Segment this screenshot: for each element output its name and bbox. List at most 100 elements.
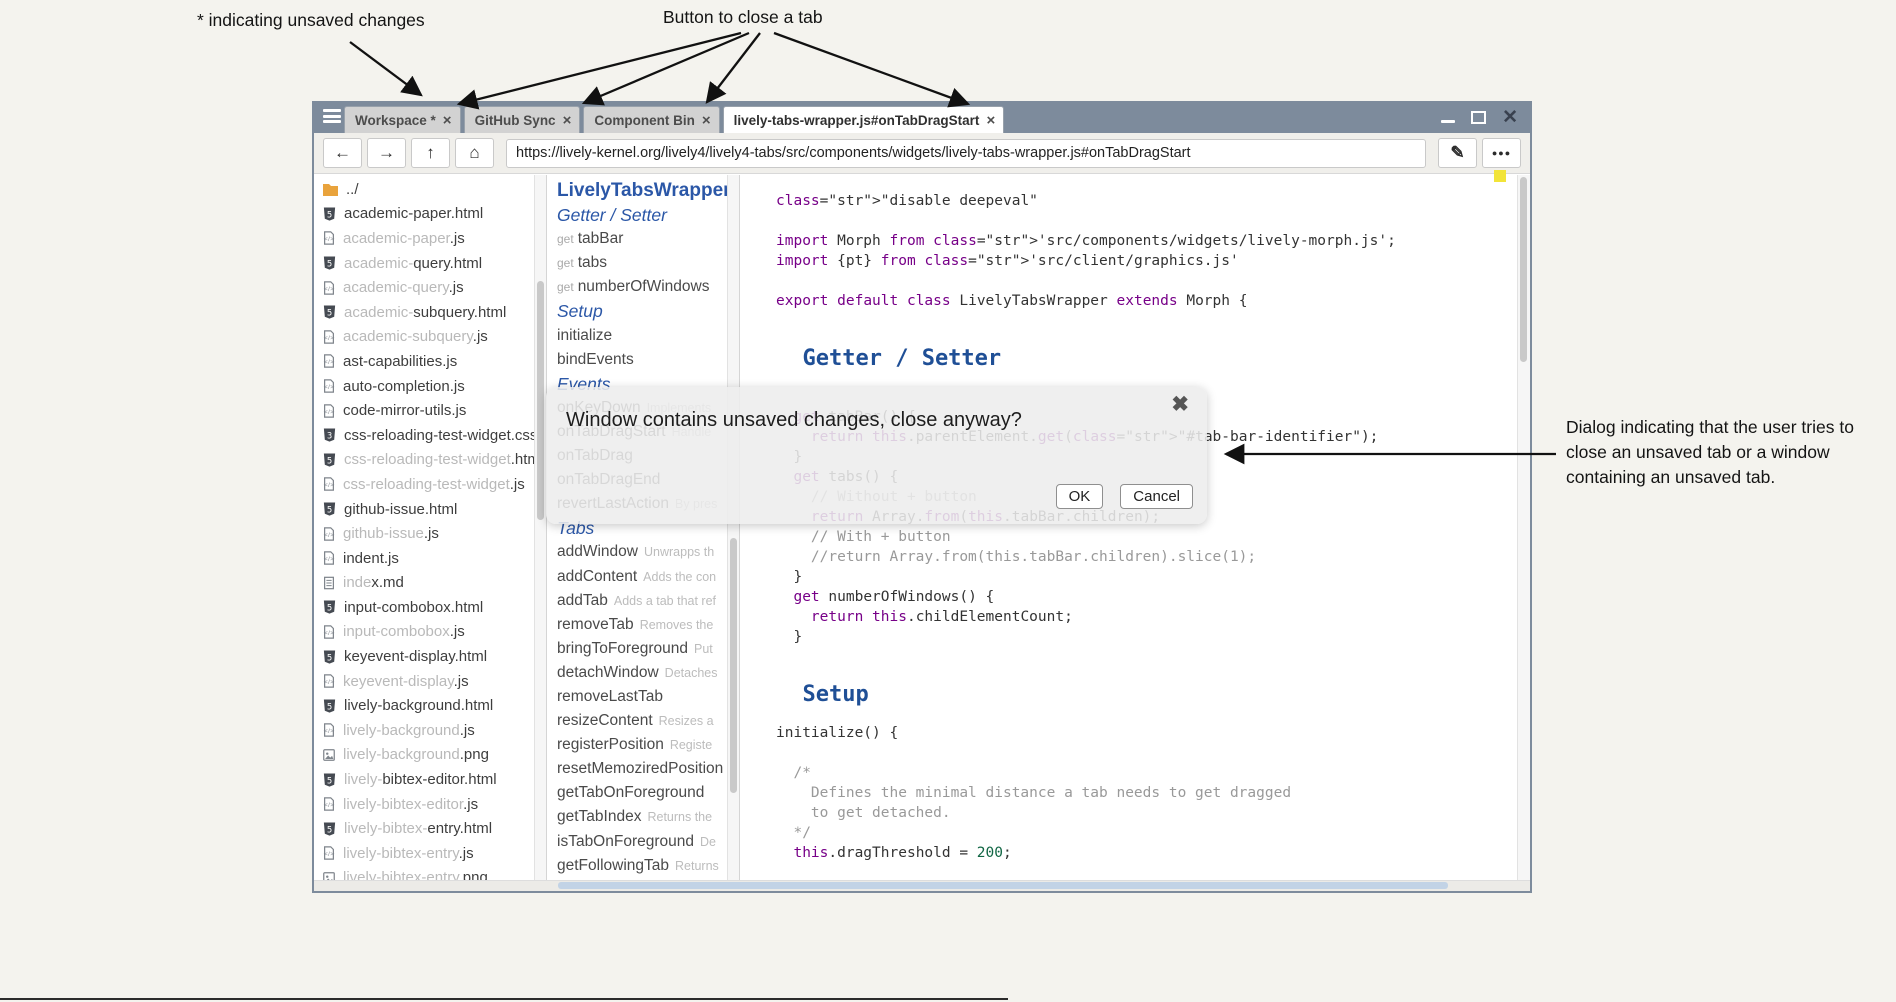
method-category[interactable]: Getter / Setter — [557, 203, 739, 227]
tab-1[interactable]: Workspace *× — [344, 106, 461, 133]
method-item[interactable]: isTabOnForegroundDe — [557, 830, 739, 854]
file-row[interactable]: lively-background.png — [314, 743, 546, 768]
method-item[interactable]: gettabBar — [557, 227, 739, 251]
method-item[interactable]: initialize — [557, 324, 739, 348]
html-file-icon: 5 — [322, 821, 337, 837]
svg-text:3: 3 — [327, 431, 332, 441]
method-item[interactable]: removeLastTab — [557, 685, 739, 709]
file-row[interactable]: </>indent.js — [314, 546, 546, 571]
method-name: resizeContent — [557, 712, 653, 729]
js-file-icon: </> — [322, 476, 336, 492]
method-item[interactable]: getTabIndexReturns the — [557, 805, 739, 829]
method-item[interactable]: getFollowingTabReturns — [557, 854, 739, 878]
tab-close-icon[interactable]: × — [563, 113, 572, 128]
minimize-button[interactable] — [1441, 120, 1455, 123]
file-row[interactable]: 5lively-bibtex-entry.html — [314, 816, 546, 841]
method-item[interactable]: bringToForegroundPut — [557, 637, 739, 661]
code-blank-line — [776, 743, 1503, 763]
maximize-button[interactable] — [1471, 111, 1486, 124]
file-row[interactable]: 5github-issue.html — [314, 497, 546, 522]
file-name: academic-subquery.html — [344, 304, 506, 321]
method-item[interactable]: detachWindowDetaches — [557, 661, 739, 685]
window-close-button[interactable]: ✕ — [1502, 108, 1518, 127]
code-scroll-thumb[interactable] — [1520, 177, 1527, 362]
method-name: resetMemoziredPosition — [557, 760, 723, 777]
screenshot-root: * indicating unsaved changes Button to c… — [0, 0, 1896, 1002]
method-description: Put — [694, 642, 713, 656]
file-row[interactable]: 3css-reloading-test-widget.css — [314, 423, 546, 448]
cancel-button[interactable]: Cancel — [1120, 484, 1193, 509]
file-row[interactable]: </>css-reloading-test-widget.js — [314, 472, 546, 497]
method-item[interactable]: registerPositionRegiste — [557, 733, 739, 757]
file-row[interactable]: </>code-mirror-utils.js — [314, 398, 546, 423]
method-item[interactable]: addTabAdds a tab that ref — [557, 589, 739, 613]
file-row[interactable]: 5 academic-subquery.html — [314, 300, 546, 325]
method-item[interactable]: getTabOnForeground — [557, 781, 739, 805]
file-row[interactable]: 5keyevent-display.html — [314, 644, 546, 669]
dialog-buttons: OK Cancel — [1056, 484, 1193, 509]
html-file-icon: 5 — [322, 501, 337, 517]
tab-2[interactable]: GitHub Sync× — [464, 106, 581, 133]
method-list-scroll-thumb[interactable] — [730, 538, 737, 793]
method-item[interactable]: gettabs — [557, 251, 739, 275]
method-item[interactable]: addWindowUnwrapps th — [557, 540, 739, 564]
method-category[interactable]: Setup — [557, 299, 739, 323]
method-item[interactable]: bindEvents — [557, 348, 739, 372]
file-row[interactable]: 5academic-query.html — [314, 251, 546, 276]
svg-text:5: 5 — [327, 824, 332, 834]
method-name: initialize — [557, 327, 612, 344]
ok-button[interactable]: OK — [1056, 484, 1104, 509]
url-input[interactable] — [506, 139, 1426, 168]
tab-4[interactable]: lively-tabs-wrapper.js#onTabDragStart× — [723, 106, 1005, 133]
file-name: input-combobox.js — [343, 623, 465, 640]
html-file-icon: 5 — [322, 452, 337, 468]
file-row[interactable]: </>keyevent-display.js — [314, 669, 546, 694]
tab-close-icon[interactable]: × — [443, 113, 452, 128]
file-row[interactable]: </>lively-bibtex-entry.js — [314, 841, 546, 866]
back-button[interactable]: ← — [323, 138, 362, 168]
code-blank-line — [776, 311, 1503, 331]
file-row[interactable]: 5lively-bibtex-editor.html — [314, 767, 546, 792]
dialog-close-icon[interactable]: ✖ — [1171, 392, 1189, 417]
file-row[interactable]: </>lively-bibtex-editor.js — [314, 792, 546, 817]
file-row[interactable]: 5css-reloading-test-widget.html — [314, 448, 546, 473]
file-row[interactable]: </>auto-completion.js — [314, 374, 546, 399]
tab-close-icon[interactable]: × — [986, 113, 995, 128]
tab-close-icon[interactable]: × — [702, 113, 711, 128]
file-row[interactable]: </>ast-capabilities.js — [314, 349, 546, 374]
up-button[interactable]: ↑ — [411, 138, 450, 168]
file-row[interactable]: </>academic-paper.js — [314, 226, 546, 251]
file-row[interactable]: 5input-combobox.html — [314, 595, 546, 620]
tab-label: Component Bin — [594, 113, 695, 128]
method-item[interactable]: getnumberOfWindows — [557, 275, 739, 299]
file-row[interactable]: 5lively-background.html — [314, 693, 546, 718]
method-item[interactable]: resetMemoziredPosition — [557, 757, 739, 781]
method-item[interactable]: removeTabRemoves the — [557, 613, 739, 637]
file-row[interactable]: lively-bibtex-entry.png — [314, 866, 546, 881]
tab-3[interactable]: Component Bin × — [583, 106, 719, 133]
forward-button[interactable]: → — [367, 138, 406, 168]
method-item[interactable]: addContentAdds the con — [557, 565, 739, 589]
method-name: detachWindow — [557, 664, 659, 681]
more-options-button[interactable]: ●●● — [1482, 138, 1521, 168]
file-row[interactable]: </>academic-query.js — [314, 275, 546, 300]
code-editor[interactable]: class="str">"disable deepeval" import Mo… — [740, 175, 1517, 881]
window-controls: ✕ — [1441, 101, 1518, 133]
method-item[interactable]: resizeContentResizes a — [557, 709, 739, 733]
menu-icon[interactable] — [323, 109, 341, 123]
svg-text:5: 5 — [327, 308, 332, 318]
file-list-scroll-thumb[interactable] — [537, 281, 544, 520]
home-button[interactable]: ⌂ — [455, 138, 494, 168]
file-row[interactable]: ../ — [314, 177, 546, 202]
file-row[interactable]: 5academic-paper.html — [314, 202, 546, 227]
file-row[interactable]: </>input-combobox.js — [314, 620, 546, 645]
js-file-icon: </> — [322, 722, 336, 738]
file-row[interactable]: </>academic-subquery.js — [314, 325, 546, 350]
file-row[interactable]: </>github-issue.js — [314, 521, 546, 546]
svg-text:</>: </> — [323, 803, 335, 809]
file-row[interactable]: index.md — [314, 571, 546, 596]
image-file-icon — [322, 747, 336, 763]
file-row[interactable]: </>lively-background.js — [314, 718, 546, 743]
horizontal-scroll-thumb[interactable] — [558, 882, 1448, 889]
edit-pencil-button[interactable]: ✎ — [1438, 138, 1477, 168]
